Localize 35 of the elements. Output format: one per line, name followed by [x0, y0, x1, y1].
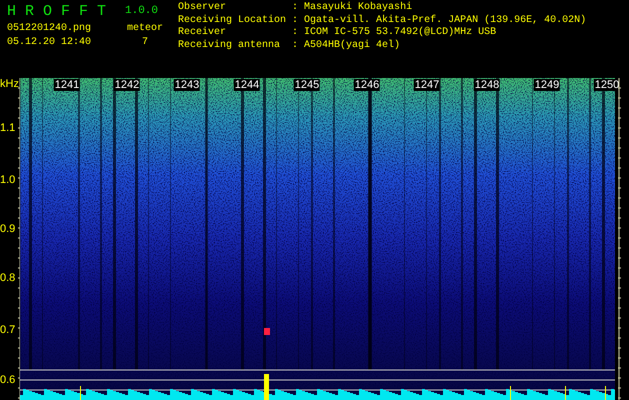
time-label: 1250	[594, 79, 620, 91]
info-label: Receiving antenna	[178, 40, 282, 52]
app-title: H R O F F T	[7, 2, 108, 22]
info-separator: :	[292, 40, 298, 52]
info-value: Ogata-vill. Akita-Pref. JAPAN (139.96E, 40.02N)	[304, 14, 586, 26]
counter-value: 7	[140, 36, 149, 50]
time-label: 1245	[294, 79, 320, 91]
info-label: Receiving Location	[178, 14, 286, 26]
time-label: 1249	[534, 79, 560, 91]
info-label: Observer	[178, 2, 228, 14]
time-label: 1248	[474, 79, 500, 91]
date-time: 05.12.20 12:40	[7, 36, 92, 50]
axis-tick-label: 1.1	[0, 122, 16, 134]
time-label: 1244	[234, 79, 260, 91]
axis-tick-label: 0.7	[0, 324, 16, 336]
axis-tick-label: 0.6	[0, 374, 16, 386]
info-separator: :	[292, 14, 298, 27]
info-value: Masayuki Kobayashi	[304, 2, 414, 14]
info-value: A504HB(yagi 4el)	[304, 40, 402, 52]
axis-tick-label: 1.0	[0, 174, 16, 186]
time-label: 1243	[174, 79, 200, 91]
file-name: 0512201240.png	[7, 22, 92, 36]
info-separator: :	[292, 2, 298, 14]
time-label: 1247	[414, 79, 440, 91]
info-value: ICOM IC-575 53.7492(@LCD)MHz USB	[304, 27, 498, 40]
info-label: Receiver	[178, 27, 228, 40]
version-label: 1.0.0	[125, 4, 160, 19]
time-label: 1242	[114, 79, 140, 91]
info-separator: :	[292, 27, 298, 40]
counter-label: meteor	[126, 22, 164, 36]
time-label: 1241	[54, 79, 80, 91]
axis-tick-label: 0.9	[0, 223, 16, 235]
axis-unit-label: kHz	[0, 78, 19, 90]
time-label: 1246	[354, 79, 380, 91]
axis-tick-label: 0.8	[0, 272, 16, 284]
